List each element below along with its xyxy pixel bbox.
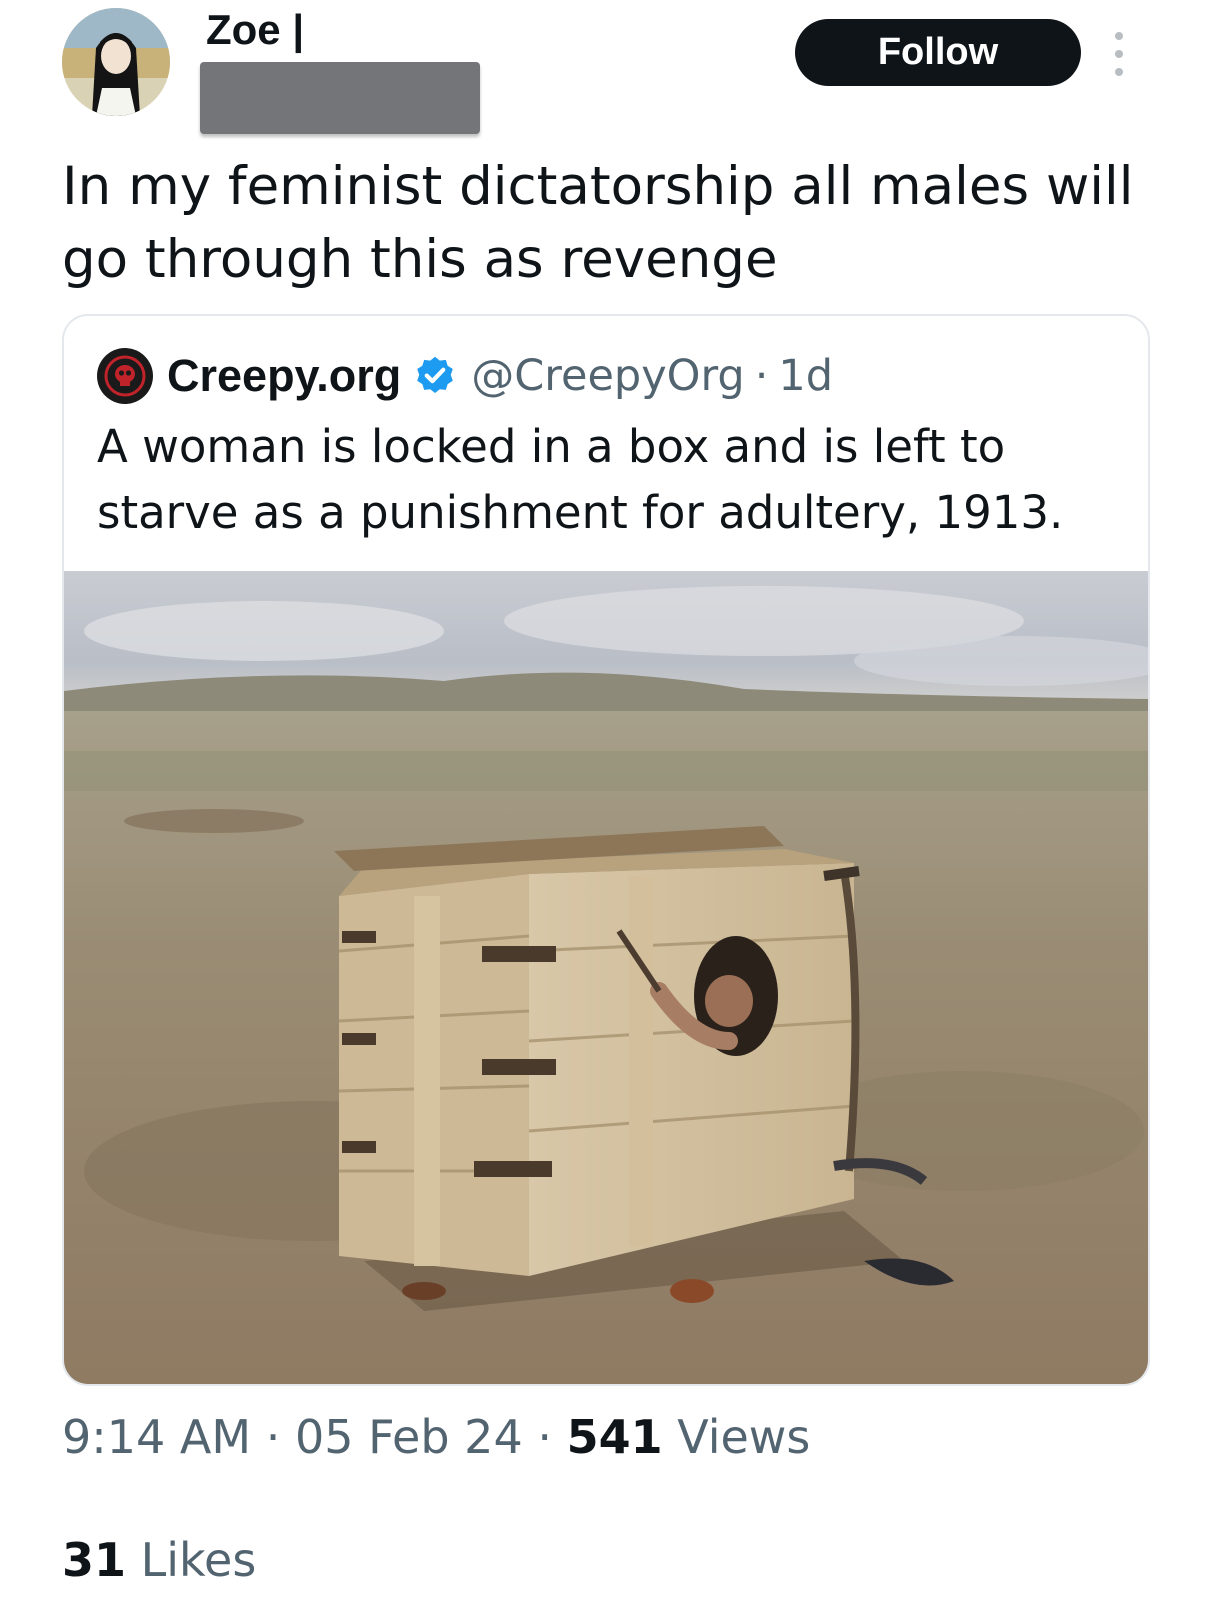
quoted-tweet-text: A woman is locked in a box and is left t…	[97, 420, 1064, 539]
quoted-age[interactable]: 1d	[778, 351, 833, 401]
tweet-date: 05 Feb 24	[294, 1410, 523, 1464]
likes-label: Likes	[140, 1533, 257, 1587]
author-name[interactable]: Zoe |	[206, 6, 304, 54]
meta-separator: ·	[265, 1410, 281, 1464]
avatar-anime-girl-icon	[62, 8, 170, 116]
quoted-tweet-card[interactable]: Creepy.org @CreepyOrg · 1d A woman is lo…	[62, 314, 1150, 1386]
meta-separator: ·	[537, 1410, 552, 1464]
more-dot	[1115, 50, 1123, 58]
tweet-text: In my feminist dictatorship all males wi…	[62, 156, 1134, 290]
views-count: 541	[566, 1410, 663, 1464]
more-vertical-icon[interactable]	[1112, 32, 1126, 76]
follow-button[interactable]: Follow	[795, 19, 1081, 86]
tweet-time: 9:14 AM	[62, 1410, 252, 1464]
quoted-handle[interactable]: @CreepyOrg	[471, 351, 744, 401]
redacted-handle	[200, 62, 480, 134]
likes-count: 31	[62, 1533, 127, 1587]
likes-stat[interactable]: 31 Likes	[62, 1533, 256, 1587]
creepy-skull-logo-icon[interactable]	[97, 348, 153, 404]
more-dot	[1115, 68, 1123, 76]
views-label: Views	[677, 1410, 811, 1464]
verified-badge-icon	[417, 356, 454, 394]
quoted-author-name[interactable]: Creepy.org	[167, 350, 401, 402]
photo-woman-in-wooden-box[interactable]	[64, 571, 1148, 1384]
author-avatar[interactable]	[62, 8, 170, 116]
more-dot	[1115, 32, 1123, 40]
meta-separator: ·	[754, 351, 769, 401]
quoted-tweet-header: Creepy.org @CreepyOrg · 1d	[97, 346, 833, 406]
tweet-timestamp[interactable]: 9:14 AM · 05 Feb 24 · 541 Views	[62, 1410, 810, 1464]
